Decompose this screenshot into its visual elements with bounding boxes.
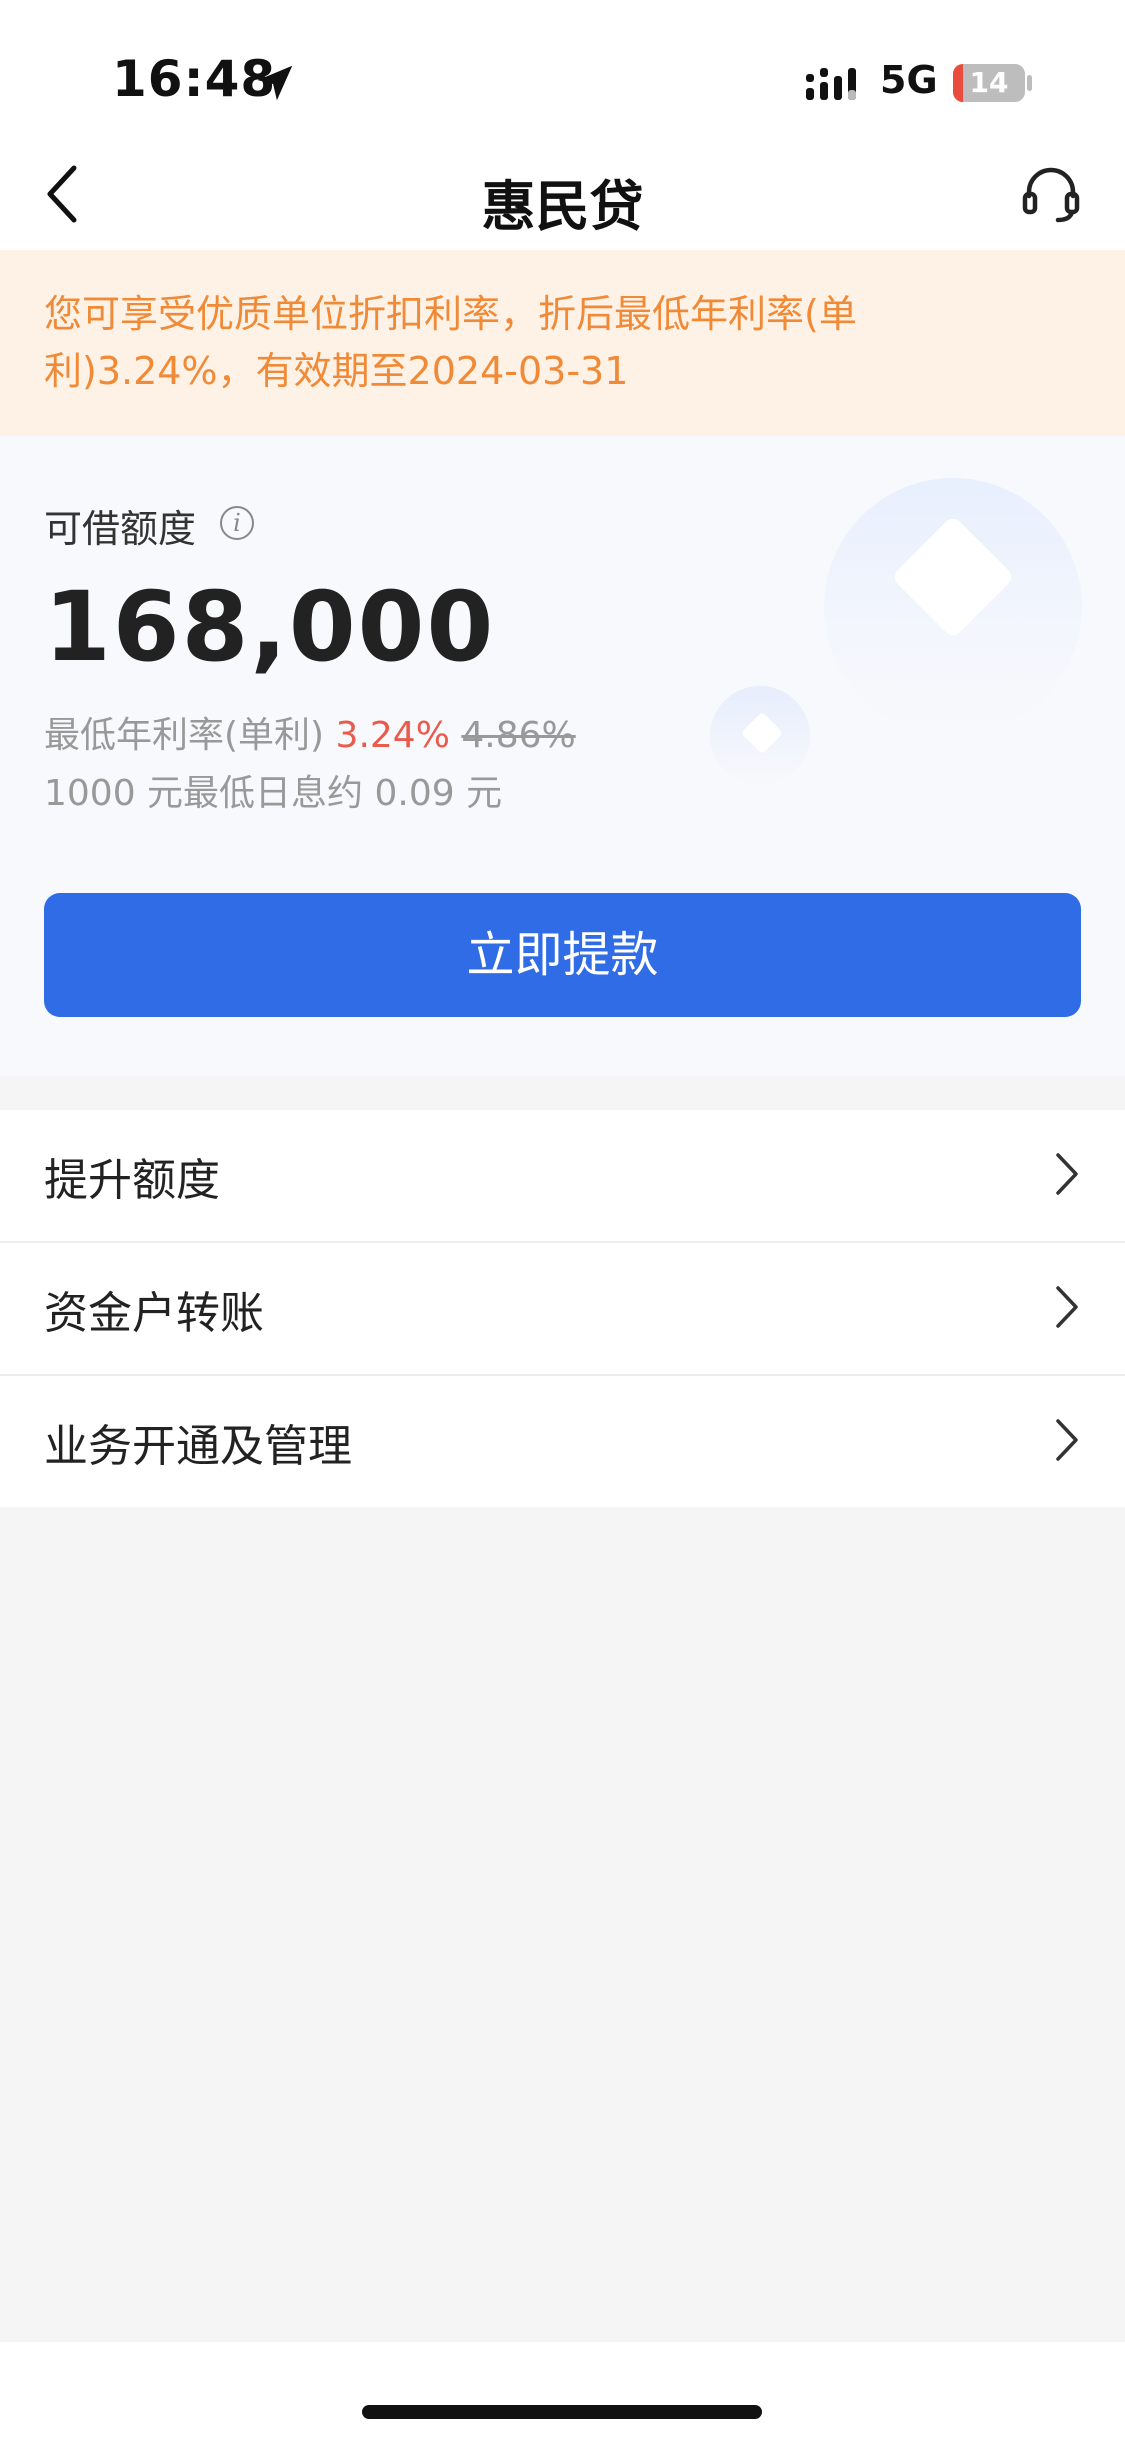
nav-bar: 惠民贷 [0,140,1125,250]
chevron-right-icon [1056,1419,1078,1461]
rate-discounted: 3.24% [335,715,450,756]
top-area: 16:48 5G 14 惠民贷 [0,0,1125,250]
credit-amount: 168,000 [44,571,496,683]
chevron-right-icon [1056,1286,1078,1328]
rate-original: 4.86% [461,715,576,756]
battery-cap [1027,75,1032,91]
credit-card: 可借额度 i 168,000 最低年利率(单利) 3.24% 4.86% 100… [0,436,1125,1076]
rate-label: 最低年利率(单利) [44,715,325,756]
signal-icon [806,68,856,100]
discount-notice: 您可享受优质单位折扣利率，折后最低年利率(单利)3.24%，有效期至2024-0… [0,250,1125,436]
customer-service-headset-icon[interactable] [1020,162,1082,224]
notice-text: 您可享受优质单位折扣利率，折后最低年利率(单利)3.24%，有效期至2024-0… [44,292,857,393]
menu-item-raise-limit[interactable]: 提升额度 [0,1110,1125,1243]
location-arrow-icon [257,65,293,101]
home-indicator[interactable] [362,2405,762,2419]
menu-item-fund-transfer[interactable]: 资金户转账 [0,1243,1125,1376]
coin-decoration-small [710,686,810,786]
menu-item-label: 资金户转账 [44,1288,264,1339]
coin-decoration [824,478,1082,736]
info-icon[interactable]: i [220,506,254,540]
network-type: 5G [880,58,938,102]
menu-item-label: 业务开通及管理 [44,1421,352,1472]
battery-percent: 14 [969,66,1009,99]
rate-line: 最低年利率(单利) 3.24% 4.86% [44,706,576,758]
menu-item-business-management[interactable]: 业务开通及管理 [0,1376,1125,1507]
credit-label: 可借额度 [44,507,197,551]
menu-item-label: 提升额度 [44,1155,220,1206]
daily-interest: 1000 元最低日息约 0.09 元 [44,773,503,814]
page-title: 惠民贷 [481,175,644,238]
menu-list: 提升额度 资金户转账 业务开通及管理 [0,1110,1125,1507]
withdraw-now-button[interactable]: 立即提款 [44,893,1081,1017]
home-indicator-area [0,2342,1125,2439]
chevron-right-icon [1056,1153,1078,1195]
status-bar: 16:48 5G 14 [0,0,1125,150]
battery-icon: 14 [953,64,1025,102]
